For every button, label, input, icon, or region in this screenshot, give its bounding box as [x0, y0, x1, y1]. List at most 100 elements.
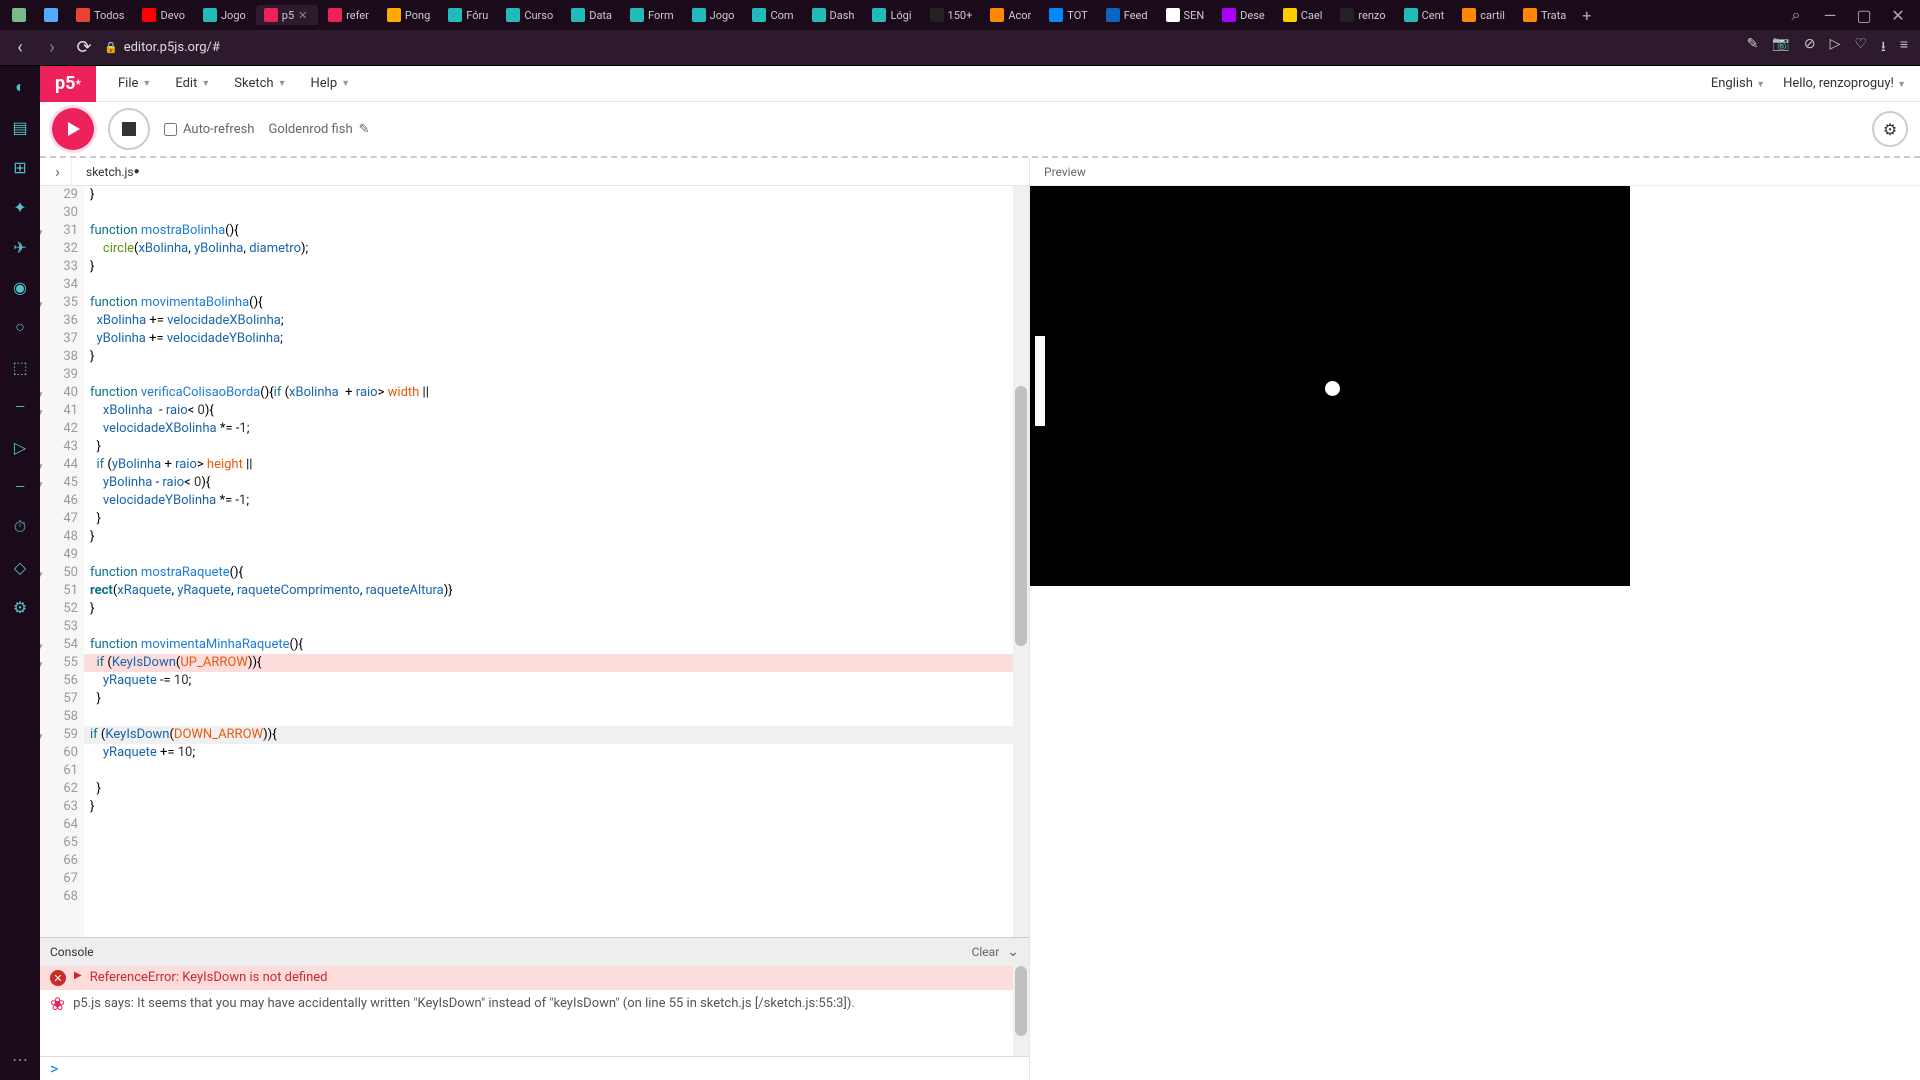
code-line[interactable]: circle(xBolinha, yBolinha, diametro);: [84, 240, 1029, 258]
browser-tab[interactable]: Cael: [1275, 5, 1331, 25]
sidebar-icon[interactable]: ▷: [9, 436, 31, 458]
sidebar-icon[interactable]: ⬚: [9, 356, 31, 378]
code-line[interactable]: rect(xRaquete, yRaquete, raqueteComprime…: [84, 582, 1029, 600]
code-line[interactable]: }: [84, 690, 1029, 708]
menu-help[interactable]: Help ▼: [298, 68, 362, 99]
code-line[interactable]: if (yBolinha + raio> height ||: [84, 456, 1029, 474]
preview-canvas[interactable]: [1030, 186, 1630, 586]
code-line[interactable]: yRaquete += 10;: [84, 744, 1029, 762]
sidebar-icon[interactable]: ◉: [9, 276, 31, 298]
code-line[interactable]: if (KeyIsDown(DOWN_ARROW)){: [84, 726, 1029, 744]
code-line[interactable]: [84, 618, 1029, 636]
code-line[interactable]: [84, 852, 1029, 870]
code-line[interactable]: [84, 276, 1029, 294]
code-line[interactable]: }: [84, 510, 1029, 528]
file-tab[interactable]: sketch.js●: [72, 158, 154, 186]
code-line[interactable]: [84, 366, 1029, 384]
code-editor[interactable]: 293031▾32333435▾3637383940▾41▾424344▾45▾…: [40, 186, 1029, 937]
code-line[interactable]: }: [84, 186, 1029, 204]
sidebar-icon[interactable]: ✈: [9, 236, 31, 258]
sidebar-icon[interactable]: ⊞: [9, 156, 31, 178]
sketch-name[interactable]: Goldenrod fish ✎: [268, 122, 369, 137]
browser-tab[interactable]: renzo: [1332, 5, 1393, 25]
sidebar-icon[interactable]: ◇: [9, 556, 31, 578]
code-line[interactable]: }: [84, 258, 1029, 276]
camera-icon[interactable]: 📷: [1772, 36, 1789, 60]
p5-logo[interactable]: p5*: [40, 66, 96, 102]
edit-icon[interactable]: ✎: [1747, 36, 1759, 60]
tab-close-button[interactable]: ✕: [298, 9, 310, 22]
auto-refresh-checkbox[interactable]: [164, 123, 177, 136]
console-body[interactable]: ✕ ▶ ReferenceError: KeyIsDown is not def…: [40, 966, 1029, 1056]
browser-tab[interactable]: [4, 5, 34, 25]
menu-edit[interactable]: Edit ▼: [163, 68, 222, 99]
sidebar-icon[interactable]: —: [9, 476, 31, 498]
browser-tab[interactable]: Form: [622, 5, 682, 25]
browser-tab[interactable]: Jogo: [195, 5, 254, 25]
sidebar-icon[interactable]: ✦: [9, 196, 31, 218]
browser-tab[interactable]: 150+: [922, 5, 981, 25]
code-line[interactable]: yBolinha += velocidadeYBolinha;: [84, 330, 1029, 348]
sidebar-icon[interactable]: ⏱: [9, 516, 31, 538]
code-line[interactable]: yBolinha - raio< 0){: [84, 474, 1029, 492]
search-icon[interactable]: ⌕: [1788, 7, 1804, 23]
browser-tab[interactable]: [36, 5, 66, 25]
code-line[interactable]: xBolinha += velocidadeXBolinha;: [84, 312, 1029, 330]
browser-tab[interactable]: cartil: [1454, 5, 1513, 25]
code-line[interactable]: [84, 708, 1029, 726]
code-line[interactable]: }: [84, 438, 1029, 456]
browser-tab[interactable]: Jogo: [684, 5, 743, 25]
browser-tab[interactable]: Fóru: [440, 5, 496, 25]
code-line[interactable]: [84, 204, 1029, 222]
language-selector[interactable]: English ▼: [1711, 76, 1765, 91]
code-line[interactable]: [84, 546, 1029, 564]
browser-tab[interactable]: Curso: [498, 5, 561, 25]
code-line[interactable]: }: [84, 528, 1029, 546]
user-greeting[interactable]: Hello, renzoproguy! ▼: [1783, 76, 1906, 91]
minimize-icon[interactable]: —: [1822, 7, 1838, 23]
menu-file[interactable]: File ▼: [106, 68, 163, 99]
download-icon[interactable]: ⭳: [1881, 36, 1886, 60]
code-line[interactable]: yRaquete -= 10;: [84, 672, 1029, 690]
sidebar-more-icon[interactable]: ⋯: [9, 1048, 31, 1070]
code-line[interactable]: xBolinha - raio< 0){: [84, 402, 1029, 420]
browser-tab[interactable]: Acor: [982, 5, 1039, 25]
stop-button[interactable]: [108, 108, 150, 150]
browser-tab[interactable]: Trata: [1515, 5, 1574, 25]
code-line[interactable]: }: [84, 798, 1029, 816]
code-line[interactable]: }: [84, 600, 1029, 618]
sidebar-icon[interactable]: —: [9, 396, 31, 418]
code-line[interactable]: }: [84, 348, 1029, 366]
maximize-icon[interactable]: ▢: [1856, 7, 1872, 23]
browser-tab[interactable]: refer: [320, 5, 377, 25]
sidebar-icon[interactable]: ⚙: [9, 596, 31, 618]
browser-tab[interactable]: Com: [744, 5, 801, 25]
tracker-icon[interactable]: ⊘: [1804, 36, 1816, 60]
browser-tab[interactable]: Dese: [1214, 5, 1273, 25]
code-line[interactable]: [84, 816, 1029, 834]
menu-icon[interactable]: ≡: [1900, 36, 1908, 60]
browser-tab[interactable]: Pong: [379, 5, 438, 25]
browser-tab[interactable]: Cent: [1396, 5, 1453, 25]
code-line[interactable]: [84, 870, 1029, 888]
console-clear-button[interactable]: Clear: [972, 945, 1000, 959]
console-input[interactable]: >: [40, 1056, 1029, 1080]
code-line[interactable]: function mostraBolinha(){: [84, 222, 1029, 240]
nav-back-button[interactable]: ‹: [8, 37, 32, 58]
send-icon[interactable]: ▷: [1830, 36, 1841, 60]
nav-forward-button[interactable]: ›: [40, 37, 64, 58]
code-line[interactable]: function movimentaBolinha(){: [84, 294, 1029, 312]
editor-scrollbar[interactable]: [1013, 186, 1029, 937]
auto-refresh-toggle[interactable]: Auto-refresh: [164, 122, 254, 137]
code-line[interactable]: if (KeyIsDown(UP_ARROW)){: [84, 654, 1029, 672]
code-line[interactable]: [84, 762, 1029, 780]
sidebar-icon[interactable]: ▤: [9, 116, 31, 138]
url-field[interactable]: 🔒 editor.p5js.org/#: [104, 40, 220, 55]
reload-button[interactable]: ⟳: [72, 37, 96, 58]
menu-sketch[interactable]: Sketch ▼: [222, 68, 298, 99]
sidebar-expand-button[interactable]: ›: [44, 158, 72, 186]
new-tab-button[interactable]: +: [1576, 6, 1597, 25]
code-line[interactable]: function verificaColisaoBorda(){if (xBol…: [84, 384, 1029, 402]
browser-tab[interactable]: TOT: [1041, 5, 1095, 25]
sidebar-icon[interactable]: ◐: [9, 76, 31, 98]
